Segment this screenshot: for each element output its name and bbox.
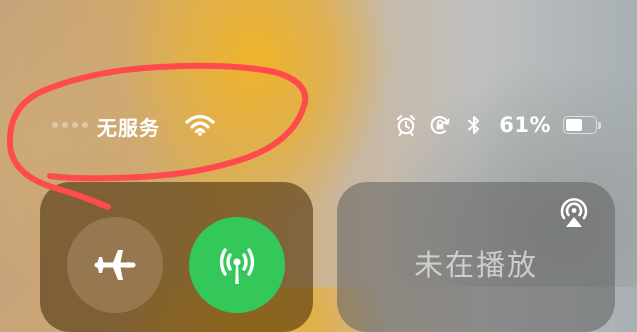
right-status-icons: 61% (395, 111, 603, 139)
not-playing-label: 未在播放 (413, 248, 538, 282)
wifi-icon (185, 114, 215, 136)
rotation-lock-icon (430, 116, 450, 135)
signal-bar (82, 122, 88, 128)
battery-percentage: 61% (499, 113, 551, 137)
status-bar: 无服务 61% (0, 105, 637, 145)
connectivity-panel (40, 182, 313, 332)
battery-icon (563, 115, 603, 135)
battery-body (563, 116, 597, 134)
bluetooth-icon (468, 116, 480, 134)
signal-bar (52, 122, 58, 128)
cellular-data-icon (219, 248, 255, 284)
battery-fill (566, 119, 582, 131)
airplay-audio-icon[interactable] (557, 194, 591, 228)
battery-cap (598, 121, 601, 129)
cellular-signal-icon (52, 122, 88, 128)
alarm-icon (397, 114, 416, 136)
cellular-data-button[interactable] (189, 217, 285, 313)
carrier-label: 无服务 (97, 116, 160, 140)
airplane-icon (94, 250, 136, 280)
signal-bar (62, 122, 68, 128)
now-playing-panel[interactable]: 未在播放 (337, 182, 615, 332)
airplane-mode-button[interactable] (67, 217, 163, 313)
signal-bar (72, 122, 78, 128)
